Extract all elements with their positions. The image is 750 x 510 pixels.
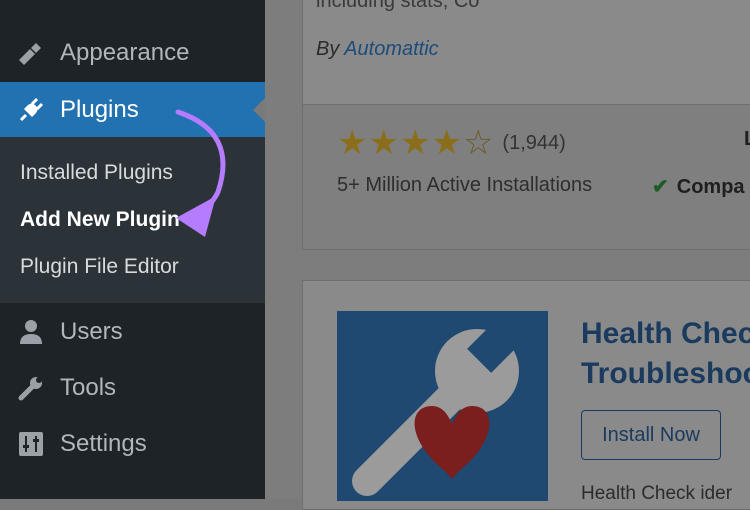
- plug-icon: [16, 95, 46, 125]
- submenu-installed-plugins[interactable]: Installed Plugins: [20, 161, 173, 185]
- compat-label: Compa: [676, 176, 745, 198]
- sidebar-item-label: Plugins: [60, 95, 139, 123]
- rating: ★ ★ ★ ★ ☆ (1,944): [337, 126, 566, 160]
- checkmark-icon: ✔: [652, 176, 669, 198]
- star-full-icon: ★: [368, 124, 399, 162]
- paintbrush-icon: [16, 38, 46, 68]
- sidebar-item-users[interactable]: Users: [0, 304, 265, 360]
- health-check-plugin-icon: [337, 311, 548, 501]
- sidebar-item-settings[interactable]: Settings: [0, 416, 265, 472]
- wrench-icon: [16, 373, 46, 403]
- plugins-submenu: Installed Plugins Add New Plugin Plugin …: [0, 137, 265, 303]
- star-full-icon: ★: [399, 124, 431, 162]
- sidebar-item-tools[interactable]: Tools: [0, 360, 265, 416]
- star-full-icon: ★: [431, 124, 462, 162]
- sliders-icon: [16, 429, 46, 459]
- sidebar-item-label: Users: [60, 318, 123, 345]
- plugin-author: By Automattic: [316, 38, 439, 61]
- plugin-description: Health Check ider: [581, 483, 733, 504]
- by-label: By: [316, 38, 340, 60]
- sidebar-item-label: Appearance: [60, 39, 190, 66]
- submenu-plugin-file-editor[interactable]: Plugin File Editor: [20, 255, 179, 279]
- star-full-icon: ★: [337, 124, 368, 162]
- sidebar-item-plugins[interactable]: Plugins: [0, 82, 265, 137]
- install-now-button[interactable]: Install Now: [581, 410, 721, 460]
- submenu-add-new-plugin[interactable]: Add New Plugin: [20, 208, 180, 232]
- sidebar-item-appearance[interactable]: Appearance: [0, 25, 265, 81]
- author-link[interactable]: Automattic: [344, 38, 438, 60]
- compatibility: ✔ Compa: [652, 174, 745, 199]
- sidebar-item-label: Settings: [60, 430, 147, 457]
- title-line-2: Troubleshoo: [581, 357, 750, 390]
- star-empty-icon: ☆: [462, 124, 494, 162]
- last-updated: L: [744, 128, 750, 151]
- user-icon: [16, 317, 46, 347]
- admin-sidebar: Appearance Plugins Installed Plugins Add…: [0, 0, 265, 499]
- plugin-title-health-check[interactable]: Health Check Troubleshoo: [581, 314, 750, 394]
- title-line-1: Health Check: [581, 317, 750, 350]
- rating-count: (1,944): [502, 131, 566, 154]
- plugin-description: including stats, Co: [316, 0, 480, 12]
- sidebar-item-label: Tools: [60, 374, 117, 401]
- active-installs: 5+ Million Active Installations: [337, 174, 593, 196]
- active-indicator: [253, 97, 265, 122]
